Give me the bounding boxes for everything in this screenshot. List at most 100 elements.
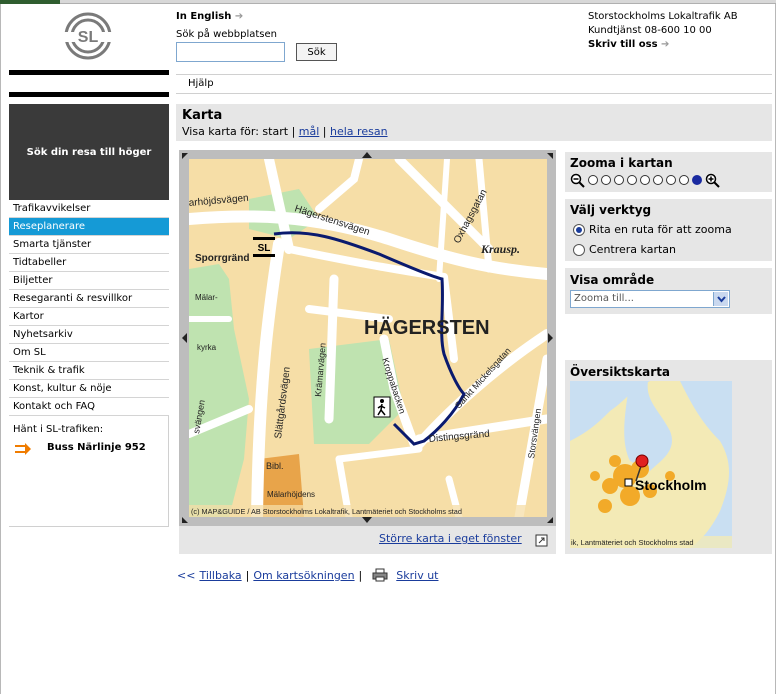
map-label-hagersten: HÄGERSTEN [364, 316, 490, 339]
english-link-label: In English [176, 11, 232, 22]
separator: | [358, 568, 363, 582]
map-copyright: (c) MAP&GUIDE / AB Storstockholms Lokalt… [191, 507, 462, 516]
about-map-search-link[interactable]: Om kartsökningen [253, 569, 354, 582]
arrow-right-icon [15, 443, 31, 455]
pan-up-left-icon[interactable] [182, 153, 188, 159]
top-strip [0, 0, 776, 4]
print-link[interactable]: Skriv ut [396, 569, 438, 582]
pan-down-left-icon[interactable] [182, 517, 188, 523]
area-select[interactable]: Zooma till... [570, 290, 730, 308]
sidebar-item-teknik-trafik[interactable]: Teknik & trafik [9, 362, 169, 380]
chevron-down-icon[interactable] [713, 292, 728, 306]
printer-icon[interactable] [372, 568, 388, 582]
radio-draw-box[interactable] [573, 223, 585, 236]
sidebar-item-trafikavvikelser[interactable]: Trafikavvikelser [9, 200, 169, 218]
pan-up-right-icon[interactable] [547, 153, 553, 159]
write-to-us-label: Skriv till oss [588, 39, 658, 50]
area-title: Visa område [570, 273, 655, 287]
sidebar-item-kartor[interactable]: Kartor [9, 308, 169, 326]
english-link[interactable]: In English ➔ [176, 11, 243, 22]
zoom-title: Zooma i kartan [570, 156, 673, 170]
sidebar-item-kontakt-faq[interactable]: Kontakt och FAQ [9, 398, 169, 416]
travel-search-box: Sök din resa till höger [9, 104, 169, 200]
overview-copyright: ik, Lantmäteriet och Stockholms stad [571, 538, 694, 547]
overview-title: Översiktskarta [570, 365, 671, 379]
zoom-level-7[interactable] [666, 175, 676, 185]
zoom-level-5[interactable] [640, 175, 650, 185]
sl-logo[interactable]: SL [58, 12, 118, 60]
sidebar-item-tidtabeller[interactable]: Tidtabeller [9, 254, 169, 272]
popout-window-icon[interactable] [535, 534, 548, 547]
map-label-krausp: Krausp. [480, 242, 520, 256]
zoom-level-4[interactable] [627, 175, 637, 185]
walking-person-icon [373, 396, 391, 418]
sidebar-divider-bottom [9, 92, 169, 97]
zoom-in-icon[interactable] [705, 173, 720, 188]
zoom-level-8[interactable] [679, 175, 689, 185]
map-view-prefix: Visa karta för: start [182, 125, 289, 138]
sl-marker-text: SL [258, 243, 271, 254]
area-select-value: Zooma till... [574, 293, 634, 304]
zoom-out-icon[interactable] [570, 173, 585, 188]
map-label-malar: Mälar- [195, 293, 218, 302]
top-strip-tab [0, 0, 60, 4]
radio-center[interactable] [573, 243, 585, 256]
tool-option-center[interactable]: Centrera kartan [573, 243, 676, 256]
arrow-right-icon: ➔ [234, 11, 244, 22]
sidebar-divider-top [9, 70, 169, 75]
tool-title: Välj verktyg [570, 203, 652, 217]
help-link[interactable]: Hjälp [188, 78, 214, 89]
sidebar-item-reseplanerare[interactable]: Reseplanerare [9, 218, 169, 236]
tool-option-draw-box[interactable]: Rita en ruta för att zooma [573, 223, 732, 236]
zoom-level-2[interactable] [601, 175, 611, 185]
logo-text: SL [78, 29, 99, 46]
tool-option-label: Centrera kartan [589, 243, 677, 256]
sidebar-item-konst-kultur[interactable]: Konst, kultur & nöje [9, 380, 169, 398]
bigger-map-link[interactable]: Större karta i eget fönster [379, 532, 522, 545]
zoom-level-3[interactable] [614, 175, 624, 185]
map-label-kyrka: kyrka [197, 343, 217, 352]
sidebar-item-resegaranti[interactable]: Resegaranti & resvillkor [9, 290, 169, 308]
zoom-level-9[interactable] [692, 175, 702, 185]
map-canvas[interactable]: SL HÄGERSTEN Hägerstensvägen Oxhagsgatan… [189, 159, 547, 517]
help-bar: Hjälp [176, 74, 772, 94]
back-link[interactable]: Tillbaka [199, 569, 241, 582]
pan-down-right-icon[interactable] [547, 517, 553, 523]
separator: | [291, 125, 296, 138]
sidebar-item-nyhetsarkiv[interactable]: Nyhetsarkiv [9, 326, 169, 344]
map-whole-trip-link[interactable]: hela resan [330, 125, 388, 138]
tool-option-label: Rita en ruta för att zooma [589, 223, 732, 236]
map-goal-link[interactable]: mål [299, 125, 320, 138]
separator: | [245, 568, 250, 582]
sidebar-nav: Trafikavvikelser Reseplanerare Smarta tj… [9, 200, 169, 416]
map-label-sporrgrand: Sporrgränd [195, 253, 249, 264]
zoom-level-1[interactable] [588, 175, 598, 185]
zoom-level-6[interactable] [653, 175, 663, 185]
page-frame-left [0, 0, 1, 694]
page-title: Karta [182, 108, 223, 123]
sidebar-item-smarta-tjanster[interactable]: Smarta tjänster [9, 236, 169, 254]
sidebar-item-biljetter[interactable]: Biljetter [9, 272, 169, 290]
search-button[interactable]: Sök [296, 43, 337, 61]
zoom-control [570, 172, 720, 188]
pan-right-icon[interactable] [548, 333, 553, 343]
search-input[interactable] [176, 42, 285, 62]
company-name: Storstockholms Lokaltrafik AB [588, 11, 738, 22]
back-prefix: << [177, 568, 196, 582]
pan-left-icon[interactable] [182, 333, 187, 343]
travel-box-label: Sök din resa till höger [26, 146, 152, 158]
search-label: Sök på webbplatsen [176, 29, 277, 40]
sidebar-item-om-sl[interactable]: Om SL [9, 344, 169, 362]
pan-down-icon[interactable] [362, 517, 372, 523]
arrow-right-icon: ➔ [661, 39, 670, 50]
pan-up-icon[interactable] [362, 152, 372, 158]
customer-service: Kundtjänst 08-600 10 00 [588, 25, 712, 36]
map-label-malarhojdens: Mälarhöjdens [267, 490, 315, 499]
write-to-us-link[interactable]: Skriv till oss ➔ [588, 39, 669, 50]
overview-pin-icon [635, 454, 649, 468]
separator: | [322, 125, 327, 138]
overview-city-label: Stockholm [635, 477, 707, 493]
map-label-bibl: Bibl. [266, 461, 284, 471]
overview-map[interactable]: Stockholm ik, Lantmäteriet och Stockholm… [570, 381, 732, 548]
traffic-news-link[interactable]: Buss Närlinje 952 [47, 442, 146, 453]
